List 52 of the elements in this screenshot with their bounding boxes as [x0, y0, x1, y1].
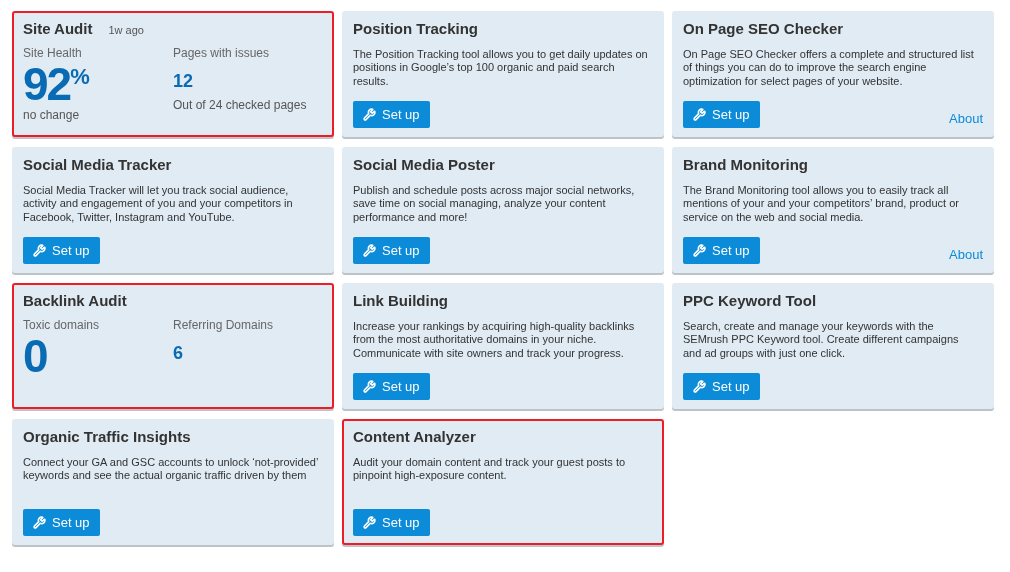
card-title: Social Media Poster [353, 155, 496, 175]
metric-note: no change [23, 106, 80, 124]
setup-button[interactable]: Set up [353, 101, 430, 128]
metric-note: Out of 24 checked pages [173, 96, 307, 114]
setup-button[interactable]: Set up [353, 509, 430, 536]
wrench-icon [363, 244, 376, 257]
wrench-icon [363, 108, 376, 121]
card-title: On Page SEO Checker [683, 19, 845, 39]
wrench-icon [363, 516, 376, 529]
percent-sign: % [70, 62, 90, 89]
card-description: Increase your rankings by acquiring high-quality backlinks from the most authoritative domains in your niche. Communicate with site owners and track your progress. [353, 319, 636, 360]
card-title: Link Building [353, 291, 449, 311]
card-description: Search, create and manage your keywords with the SEMrush PPC Keyword tool. Create different campaigns and ad groups with just one click. [683, 319, 960, 360]
time-ago: 1w ago [108, 23, 144, 38]
about-link[interactable]: About [949, 108, 983, 128]
wrench-icon [693, 244, 706, 257]
wrench-icon [33, 244, 46, 257]
setup-button[interactable]: Set up [23, 509, 100, 536]
card-description: Audit your domain content and track your guest posts to pinpoint high-exposure content. [353, 455, 627, 483]
setup-button[interactable]: Set up [353, 237, 430, 264]
card-title: Backlink Audit [23, 291, 127, 311]
setup-button[interactable]: Set up [683, 101, 760, 128]
about-link[interactable]: About [949, 244, 983, 264]
card-title: Site Audit [23, 19, 93, 39]
card-description: Connect your GA and GSC accounts to unlock ‘not-provided’ keywords and see the actual organic traffic driven by them [23, 455, 319, 483]
card-description: The Position Tracking tool allows you to get daily updates on positions in Google’s top 100 organic and paid search results. [353, 47, 649, 88]
setup-button[interactable]: Set up [353, 373, 430, 400]
setup-button[interactable]: Set up [683, 237, 760, 264]
card-description: The Brand Monitoring tool allows you to easily track all mentions of your and your competitors’ brand, product or service on the web and social media. [683, 183, 960, 224]
metric-label: Pages with issues [173, 44, 270, 62]
wrench-icon [693, 380, 706, 393]
metric-label: Toxic domains [23, 316, 100, 334]
metric-value: 12 [173, 69, 194, 93]
metric-label: Referring Domains [173, 316, 274, 334]
card-title: Brand Monitoring [683, 155, 809, 175]
card-title: Content Analyzer [353, 427, 477, 447]
card-description: On Page SEO Checker offers a complete and structured list of things you can do to improve the search engine optimization for select pages of your website. [683, 47, 975, 88]
card-description: Social Media Tracker will let you track social audience, activity and engagement of you and your competitors in Facebook, Twitter, Instagram and YouTube. [23, 183, 294, 224]
wrench-icon [363, 380, 376, 393]
setup-button[interactable]: Set up [23, 237, 100, 264]
wrench-icon [693, 108, 706, 121]
wrench-icon [33, 516, 46, 529]
card-title: PPC Keyword Tool [683, 291, 818, 311]
metric-value: 92 [23, 61, 71, 106]
card-description: Publish and schedule posts across major social networks, save time on social managing, analyze your content performance and more! [353, 183, 636, 224]
card-title: Position Tracking [353, 19, 480, 39]
metric-value: 6 [173, 341, 183, 365]
card-title: Organic Traffic Insights [23, 427, 192, 447]
setup-button[interactable]: Set up [683, 373, 760, 400]
metric-value: 0 [23, 333, 47, 378]
metric-label: Site Health [23, 44, 82, 62]
card-title: Social Media Tracker [23, 155, 173, 175]
